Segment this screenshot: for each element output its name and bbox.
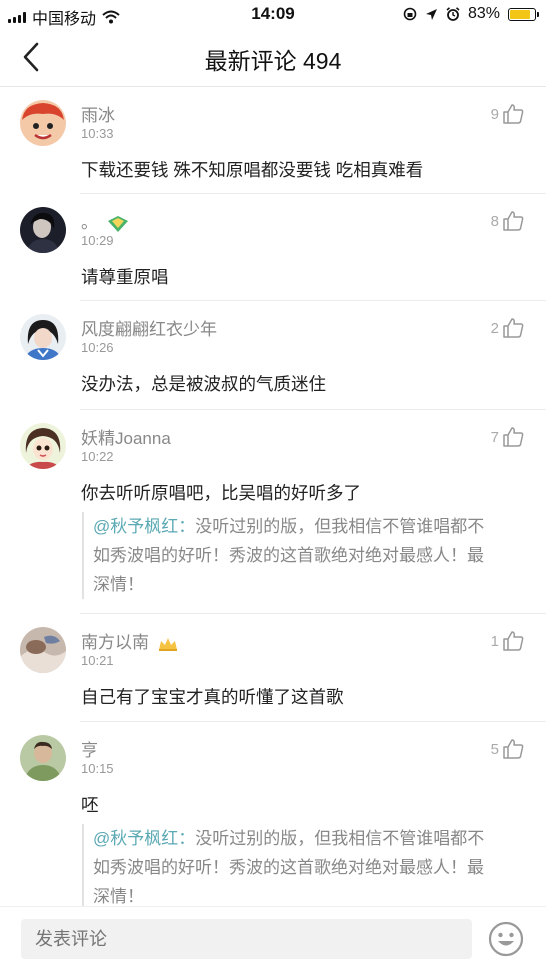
user-avatar[interactable] bbox=[20, 314, 66, 360]
like-count: 7 bbox=[490, 428, 499, 446]
reply-mention[interactable]: @秋予枫红： bbox=[93, 517, 195, 536]
like-count: 8 bbox=[490, 212, 499, 230]
reply-line: 如秀波唱的好听！秀波的这首歌绝对绝对最感人！最 bbox=[93, 858, 484, 877]
location-icon bbox=[425, 8, 437, 20]
user-avatar[interactable] bbox=[20, 100, 66, 146]
comment-input-bar bbox=[0, 906, 546, 973]
comment-item: 南方以南 10:21 1 自己有了宝宝才真的听懂了这首歌 bbox=[20, 614, 546, 722]
status-right: 83% bbox=[403, 5, 539, 23]
battery-icon bbox=[508, 7, 539, 21]
comment-username[interactable]: 风度翩翩红衣少年 bbox=[81, 315, 217, 340]
comment-time: 10:21 bbox=[81, 653, 114, 668]
vip-badge-icon bbox=[108, 215, 128, 232]
like-button[interactable]: 2 bbox=[491, 317, 524, 339]
status-bar: 中国移动 14:09 83% bbox=[0, 0, 546, 28]
reply-line: 深情！ bbox=[93, 575, 144, 594]
comment-text: 下载还要钱 殊不知原唱都没要钱 吃相真难看 bbox=[81, 160, 424, 180]
emoji-icon[interactable] bbox=[488, 921, 524, 957]
battery-fill bbox=[510, 9, 530, 19]
nav-bar: 最新评论 494 bbox=[0, 28, 546, 87]
quoted-reply[interactable]: @秋予枫红：没听过别的版，但我相信不管谁唱都不 如秀波唱的好听！秀波的这首歌绝对… bbox=[82, 824, 524, 911]
comment-time: 10:33 bbox=[81, 126, 114, 141]
comment-item: 。 10:29 8 请尊重原唱 bbox=[20, 194, 546, 301]
crown-badge-icon bbox=[159, 637, 177, 651]
username-text: 。 bbox=[81, 213, 98, 232]
comment-time: 10:26 bbox=[81, 340, 114, 355]
comment-item: 妖精Joanna 10:22 7 你去听听原唱吧，比吴唱的好听多了 @秋予枫红：… bbox=[20, 410, 546, 614]
comment-username[interactable]: 雨冰 bbox=[81, 101, 115, 126]
quoted-reply[interactable]: @秋予枫红：没听过别的版，但我相信不管谁唱都不 如秀波唱的好听！秀波的这首歌绝对… bbox=[82, 512, 524, 599]
like-count: 2 bbox=[490, 319, 499, 337]
comment-item: 风度翩翩红衣少年 10:26 2 没办法，总是被波叔的气质迷住 bbox=[20, 301, 546, 410]
thumbs-up-icon bbox=[503, 211, 524, 231]
rotation-lock-icon bbox=[403, 7, 417, 21]
page-title: 最新评论 494 bbox=[204, 48, 342, 74]
like-button[interactable]: 8 bbox=[491, 210, 524, 232]
like-count: 1 bbox=[490, 632, 499, 650]
comment-time: 10:22 bbox=[81, 449, 114, 464]
thumbs-up-icon bbox=[503, 739, 524, 759]
like-button[interactable]: 1 bbox=[491, 630, 524, 652]
like-count: 5 bbox=[490, 740, 499, 758]
comment-username[interactable]: 。 bbox=[81, 208, 130, 233]
comment-username[interactable]: 南方以南 bbox=[81, 628, 179, 653]
reply-line: @秋予枫红：没听过别的版，但我相信不管谁唱都不 bbox=[93, 824, 524, 853]
comment-username[interactable]: 亨 bbox=[81, 736, 98, 761]
username-text: 南方以南 bbox=[81, 633, 149, 652]
comment-item: 雨冰 10:33 9 下载还要钱 殊不知原唱都没要钱 吃相真难看 bbox=[20, 87, 546, 194]
comment-username[interactable]: 妖精Joanna bbox=[81, 424, 171, 449]
comment-text: 没办法，总是被波叔的气质迷住 bbox=[81, 374, 326, 394]
comment-text: 呸 bbox=[81, 795, 99, 815]
user-avatar[interactable] bbox=[20, 423, 66, 469]
like-button[interactable]: 7 bbox=[491, 426, 524, 448]
comment-text: 你去听听原唱吧，比吴唱的好听多了 bbox=[81, 483, 361, 503]
like-count: 9 bbox=[490, 105, 499, 123]
like-button[interactable]: 9 bbox=[491, 103, 524, 125]
thumbs-up-icon bbox=[503, 104, 524, 124]
reply-line: @秋予枫红：没听过别的版，但我相信不管谁唱都不 bbox=[93, 512, 524, 541]
user-avatar[interactable] bbox=[20, 627, 66, 673]
comment-text: 请尊重原唱 bbox=[81, 267, 169, 287]
thumbs-up-icon bbox=[503, 631, 524, 651]
comment-text: 自己有了宝宝才真的听懂了这首歌 bbox=[81, 687, 344, 707]
alarm-icon bbox=[446, 7, 460, 21]
reply-line: 如秀波唱的好听！秀波的这首歌绝对绝对最感人！最 bbox=[93, 546, 484, 565]
thumbs-up-icon bbox=[503, 427, 524, 447]
battery-percent: 83% bbox=[467, 5, 500, 22]
comment-list: 雨冰 10:33 9 下载还要钱 殊不知原唱都没要钱 吃相真难看 。 10:29… bbox=[0, 87, 546, 942]
comment-time: 10:15 bbox=[81, 761, 114, 776]
comment-input[interactable] bbox=[21, 919, 472, 959]
reply-mention[interactable]: @秋予枫红： bbox=[93, 829, 195, 848]
thumbs-up-icon bbox=[503, 318, 524, 338]
like-button[interactable]: 5 bbox=[491, 738, 524, 760]
user-avatar[interactable] bbox=[20, 735, 66, 781]
user-avatar[interactable] bbox=[20, 207, 66, 253]
comment-time: 10:29 bbox=[81, 233, 114, 248]
reply-text: 没听过别的版，但我相信不管谁唱都不 bbox=[195, 517, 485, 536]
reply-text: 没听过别的版，但我相信不管谁唱都不 bbox=[195, 829, 485, 848]
